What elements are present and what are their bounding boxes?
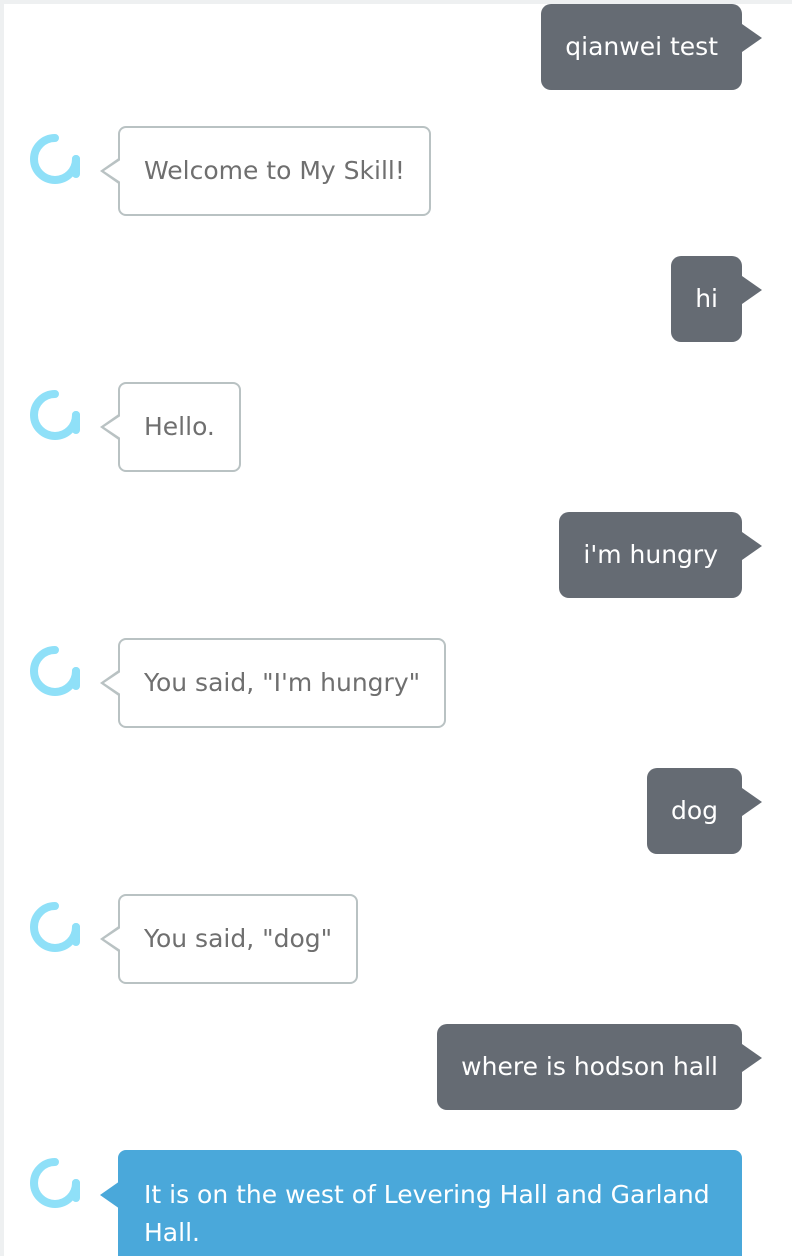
- alexa-response-bubble: You said, "I'm hungry": [99, 638, 447, 728]
- simulator-page: qianwei test Welcome to My Skill! hi Hel…: [0, 0, 792, 1256]
- alexa-ring-icon: [30, 134, 80, 184]
- alexa-response-bubble: Welcome to My Skill!: [100, 126, 431, 216]
- user-utterance-bubble: hi: [671, 256, 762, 342]
- alexa-ring-icon: [30, 1158, 80, 1208]
- alexa-ring-icon: [30, 902, 80, 952]
- alexa-ring-icon: [30, 646, 80, 696]
- chat-transcript[interactable]: qianwei test Welcome to My Skill! hi Hel…: [4, 4, 792, 1256]
- alexa-response-bubble: Hello.: [100, 382, 241, 472]
- user-utterance-bubble: dog: [646, 768, 763, 854]
- alexa-response-bubble-active: It is on the west of Levering Hall and G…: [100, 1150, 742, 1256]
- alexa-response-bubble: You said, "dog": [99, 894, 359, 984]
- alexa-ring-icon: [30, 390, 80, 440]
- user-utterance-bubble: qianwei test: [541, 4, 762, 90]
- user-utterance-bubble: i'm hungry: [559, 512, 762, 598]
- user-utterance-bubble: where is hodson hall: [437, 1024, 762, 1110]
